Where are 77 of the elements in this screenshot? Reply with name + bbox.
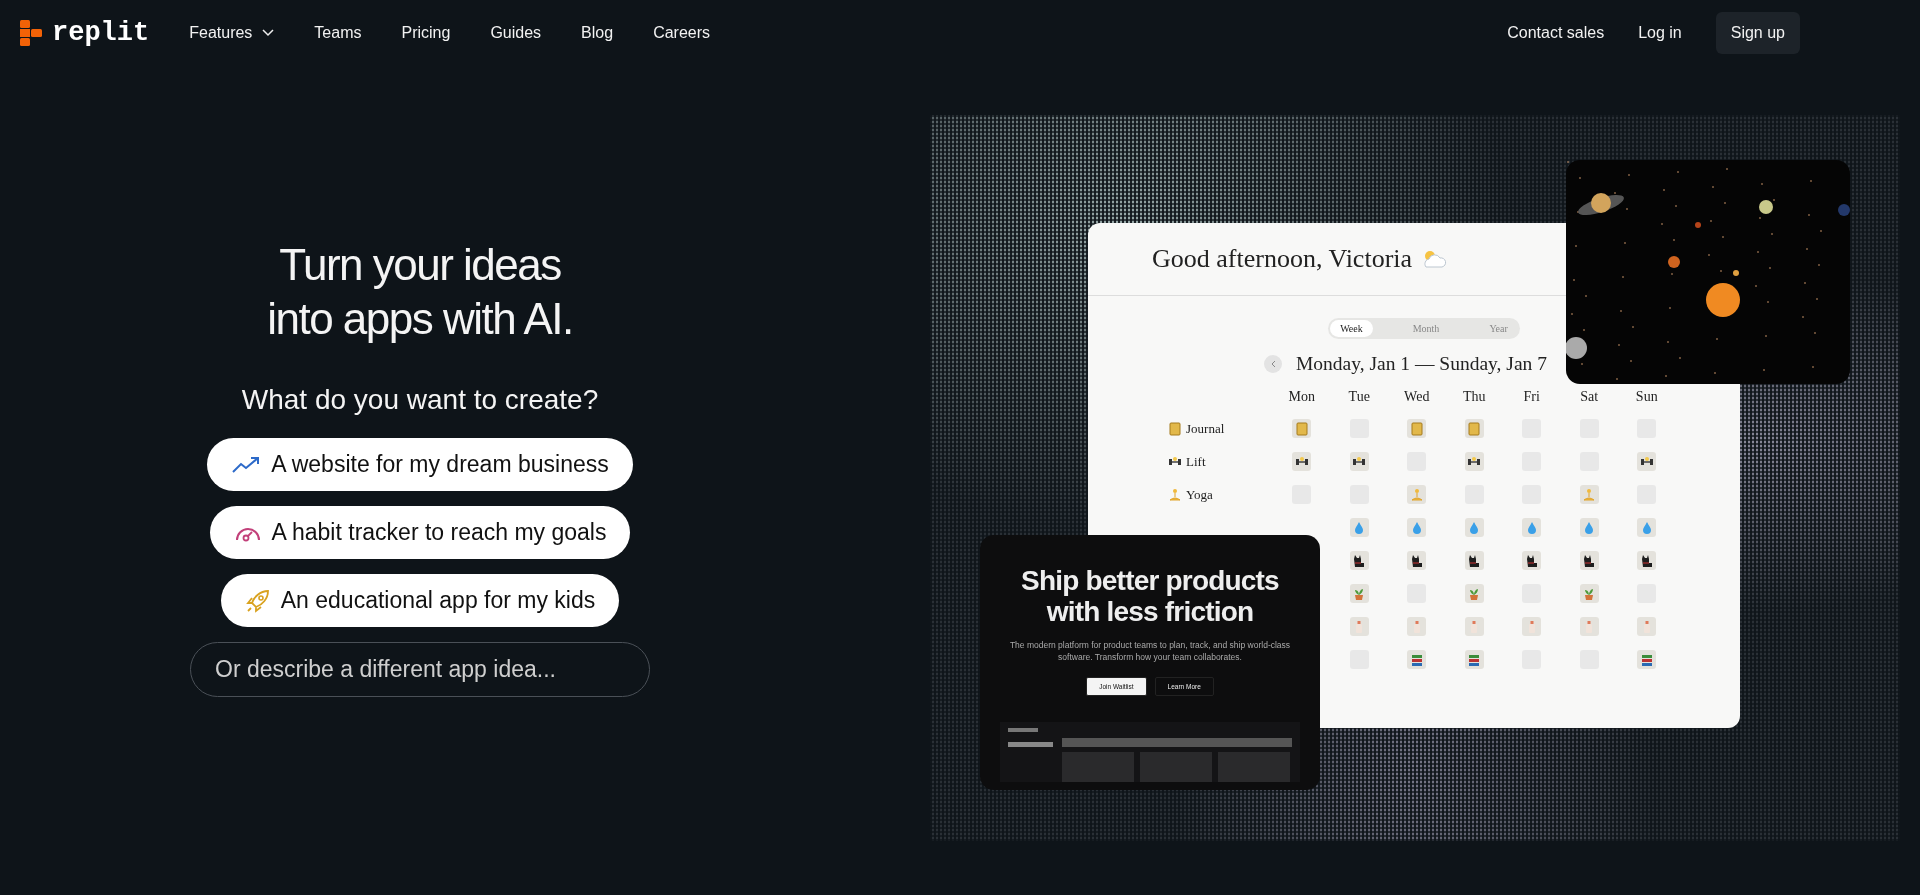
hero-title: Turn your ideas into apps with AI. [266,239,574,345]
habit-day-cell[interactable] [1407,617,1427,636]
nav-link[interactable]: Contact sales [1507,24,1605,42]
habit-day-cell[interactable] [1637,551,1657,570]
suggestion-button[interactable]: An educational app for my kids [220,574,620,627]
habit-day-cell[interactable] [1522,518,1542,537]
habit-day-cell[interactable] [1407,518,1427,537]
habit-day-cell[interactable] [1464,419,1484,438]
logo-wordmark[interactable]: replit [52,18,150,48]
habit-day-cell[interactable] [1522,617,1542,636]
habit-name: Yoga [1186,486,1213,503]
day-header: Mon [1287,389,1316,405]
hero-question: What do you want to create? [241,384,599,416]
habit-day-cell[interactable] [1407,485,1427,504]
habit-day-cell[interactable] [1637,518,1657,537]
view-tab[interactable]: Week [1330,320,1373,337]
habit-day-cell[interactable] [1464,518,1484,537]
nav-link[interactable]: Careers [653,24,711,42]
day-header: Thu [1461,389,1487,405]
date-range: Monday, Jan 1 — Sunday, Jan 7 [1296,353,1547,375]
notebook-icon [1409,421,1424,436]
day-header: Sat [1579,389,1600,405]
habit-day-cell[interactable] [1579,617,1599,636]
habit-day-cell[interactable] [1464,617,1484,636]
habit-day-cell[interactable] [1579,485,1599,504]
habit-day-cell[interactable] [1464,650,1484,669]
notebook-icon [1467,421,1482,436]
nav-link[interactable]: Blog [581,24,614,42]
nav-link[interactable]: Guides [490,24,542,42]
notebook-icon [1294,421,1309,436]
habit-day-cell[interactable] [1349,518,1369,537]
suggestion-button[interactable]: A website for my dream business [207,438,633,491]
trend-up-icon [231,454,262,475]
nav-link[interactable]: Log in [1638,24,1682,42]
idea-input-field[interactable]: Or describe a different app idea... [190,642,650,697]
habit-day-cell[interactable] [1407,419,1427,438]
habit-day-cell[interactable] [1292,452,1312,471]
greeting-title: Good afternoon, Victoria [1152,244,1413,274]
habit-day-cell[interactable] [1464,584,1484,603]
books-icon [1467,652,1482,667]
suggestion-button[interactable]: A habit tracker to reach my goals [209,506,631,559]
day-header: Wed [1403,389,1431,405]
books-icon [1409,652,1424,667]
habit-day-cell[interactable] [1579,551,1599,570]
previous-week-button[interactable] [1264,355,1282,373]
habit-day-cell[interactable] [1637,452,1657,471]
habit-day-cell[interactable] [1522,551,1542,570]
habit-day-cell[interactable] [1349,584,1369,603]
habit-day-cell[interactable] [1407,551,1427,570]
nav-link[interactable]: Pricing [401,24,451,42]
habit-day-cell[interactable] [1579,584,1599,603]
nav-link[interactable]: Features [189,24,275,42]
product-description: The modern platform for product teams to plan, track, and ship world-class software. Transform how your team collaborates. [1008,639,1292,663]
habit-name: Journal [1186,420,1225,437]
habit-day-cell[interactable] [1579,518,1599,537]
rocket-icon [244,587,271,614]
habit-day-cell[interactable] [1349,551,1369,570]
habit-name: Lift [1186,453,1206,470]
sign-up-button[interactable]: Sign up [1715,12,1800,54]
product-title: Ship better products with less friction [1020,565,1280,627]
chevron-down-icon [262,29,275,37]
books-icon [1639,652,1654,667]
nav-link[interactable]: Teams [314,24,362,42]
logo-icon[interactable] [20,20,42,46]
notebook-icon [1168,421,1182,436]
habit-day-cell[interactable] [1349,452,1369,471]
day-header: Tue [1347,389,1371,405]
habit-day-cell[interactable] [1637,617,1657,636]
habit-day-cell[interactable] [1349,617,1369,636]
habit-day-cell[interactable] [1637,650,1657,669]
habit-day-cell[interactable] [1464,452,1484,471]
day-header: Fri [1522,389,1541,405]
habit-day-cell[interactable] [1407,650,1427,669]
day-header: Sun [1634,389,1659,405]
habit-day-cell[interactable] [1464,551,1484,570]
chevron-left-icon [1270,360,1276,368]
habit-day-cell[interactable] [1292,419,1312,438]
